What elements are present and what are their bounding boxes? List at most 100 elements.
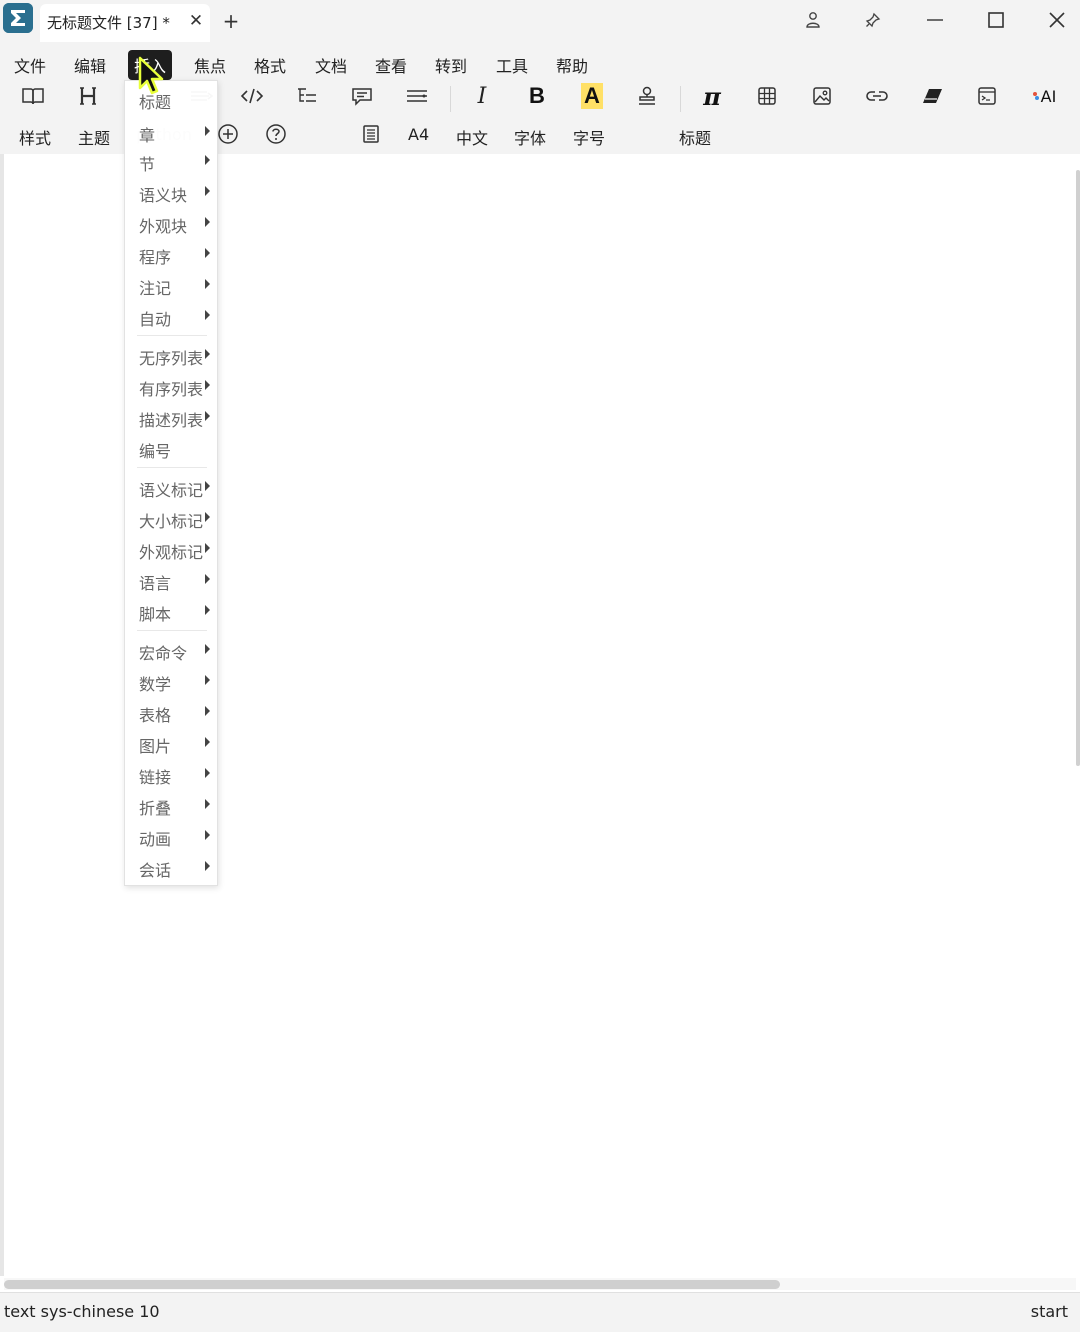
menu-view[interactable]: 查看 — [369, 50, 413, 80]
vertical-scrollbar[interactable] — [1076, 170, 1080, 766]
menu-item-macro[interactable]: 宏命令 — [139, 638, 215, 664]
language-button[interactable]: 中文 — [456, 125, 488, 149]
menu-item-unordered-list[interactable]: 无序列表 — [139, 343, 215, 369]
submenu-arrow-icon — [205, 768, 210, 778]
submenu-arrow-icon — [205, 861, 210, 871]
stamp-icon[interactable] — [632, 82, 662, 110]
book-icon[interactable] — [18, 82, 48, 110]
menu-item-semantic-mark[interactable]: 语义标记 — [139, 475, 215, 501]
submenu-arrow-icon — [205, 644, 210, 654]
menu-format[interactable]: 格式 — [248, 50, 292, 80]
document-tab[interactable]: 无标题文件 [37] * ✕ — [40, 4, 210, 42]
submenu-arrow-icon — [205, 279, 210, 289]
theme-button[interactable]: 主题 — [78, 125, 110, 149]
menu-item-session[interactable]: 会话 — [139, 855, 215, 881]
menu-goto[interactable]: 转到 — [429, 50, 473, 80]
submenu-arrow-icon — [205, 706, 210, 716]
comment-icon[interactable] — [347, 82, 377, 110]
highlight-icon[interactable]: A — [577, 82, 607, 110]
status-position-text: start — [1030, 1302, 1068, 1321]
tab-title: 无标题文件 [37] * — [47, 14, 170, 32]
submenu-arrow-icon — [205, 411, 210, 421]
menu-item-section[interactable]: 节 — [139, 149, 215, 175]
menu-item-numbering[interactable]: 编号 — [139, 436, 215, 462]
bold-icon[interactable]: B — [522, 82, 552, 110]
style-button[interactable]: 样式 — [19, 125, 51, 149]
toolbar-separator — [680, 86, 681, 112]
menu-help[interactable]: 帮助 — [550, 50, 594, 80]
italic-icon[interactable]: I — [467, 82, 497, 110]
ai-icon[interactable]: AI — [1026, 82, 1062, 110]
insert-dropdown-menu: 标题 章 节 语义块 外观块 程序 注记 自动 无序列表 有序列表 描述列表 编… — [124, 80, 218, 886]
submenu-arrow-icon — [205, 574, 210, 584]
menu-item-description-list[interactable]: 描述列表 — [139, 405, 215, 431]
title-bar: 无标题文件 [37] * ✕ + — [0, 0, 1080, 42]
code-icon[interactable] — [237, 82, 267, 110]
pin-icon[interactable] — [858, 6, 888, 34]
menu-item-automatic[interactable]: 自动 — [139, 304, 215, 330]
paper-size-button[interactable]: A4 — [408, 125, 429, 144]
mouse-pointer-icon — [138, 56, 168, 100]
submenu-arrow-icon — [205, 512, 210, 522]
list-icon[interactable] — [402, 82, 432, 110]
submenu-arrow-icon — [205, 349, 210, 359]
status-bar: text sys-chinese 10 start — [0, 1292, 1080, 1332]
editor-left-border — [0, 154, 4, 1276]
submenu-arrow-icon — [205, 675, 210, 685]
submenu-arrow-icon — [205, 737, 210, 747]
user-icon[interactable] — [798, 6, 828, 34]
menu-item-table[interactable]: 表格 — [139, 700, 215, 726]
maximize-icon[interactable] — [981, 6, 1011, 34]
menu-item-link[interactable]: 链接 — [139, 762, 215, 788]
submenu-arrow-icon — [205, 605, 210, 615]
menu-separator — [137, 630, 207, 631]
image-icon[interactable] — [807, 82, 837, 110]
menu-tools[interactable]: 工具 — [490, 50, 534, 80]
menu-focus[interactable]: 焦点 — [188, 50, 232, 80]
close-window-icon[interactable] — [1042, 6, 1072, 34]
menu-item-image[interactable]: 图片 — [139, 731, 215, 757]
menu-edit[interactable]: 编辑 — [68, 50, 112, 80]
menu-item-appearance-block[interactable]: 外观块 — [139, 211, 215, 237]
submenu-arrow-icon — [205, 380, 210, 390]
terminal-icon[interactable] — [972, 82, 1002, 110]
table-icon[interactable] — [752, 82, 782, 110]
menu-item-ordered-list[interactable]: 有序列表 — [139, 374, 215, 400]
menu-item-chapter[interactable]: 章 — [139, 120, 215, 146]
help-circle-icon[interactable] — [261, 120, 291, 148]
menu-item-program[interactable]: 程序 — [139, 242, 215, 268]
heading-style-button[interactable]: 标题 — [679, 125, 711, 149]
menu-item-size-mark[interactable]: 大小标记 — [139, 506, 215, 532]
submenu-arrow-icon — [205, 217, 210, 227]
menu-document[interactable]: 文档 — [309, 50, 353, 80]
eraser-icon[interactable] — [917, 82, 947, 110]
menu-item-annotation[interactable]: 注记 — [139, 273, 215, 299]
page-layout-icon[interactable] — [356, 120, 386, 148]
menu-item-animation[interactable]: 动画 — [139, 824, 215, 850]
add-tab-icon[interactable]: + — [221, 8, 241, 34]
font-size-button[interactable]: 字号 — [573, 125, 605, 149]
font-button[interactable]: 字体 — [514, 125, 546, 149]
submenu-arrow-icon — [205, 248, 210, 258]
submenu-arrow-icon — [205, 155, 210, 165]
menu-file[interactable]: 文件 — [8, 50, 52, 80]
horizontal-scrollbar[interactable] — [4, 1280, 780, 1289]
app-logo-icon — [3, 3, 33, 33]
submenu-arrow-icon — [205, 799, 210, 809]
heading-icon[interactable] — [73, 82, 103, 110]
math-icon[interactable]: π — [697, 82, 727, 111]
tree-list-icon[interactable] — [292, 82, 322, 110]
menu-item-language[interactable]: 语言 — [139, 568, 215, 594]
submenu-arrow-icon — [205, 126, 210, 136]
submenu-arrow-icon — [205, 310, 210, 320]
menu-item-semantic-block[interactable]: 语义块 — [139, 180, 215, 206]
close-icon[interactable]: ✕ — [186, 11, 206, 31]
menu-item-fold[interactable]: 折叠 — [139, 793, 215, 819]
menu-item-appearance-mark[interactable]: 外观标记 — [139, 537, 215, 563]
status-mode-text: text sys-chinese 10 — [4, 1302, 160, 1321]
submenu-arrow-icon — [205, 186, 210, 196]
menu-item-math[interactable]: 数学 — [139, 669, 215, 695]
link-icon[interactable] — [862, 82, 892, 110]
minimize-icon[interactable] — [920, 6, 950, 34]
menu-item-script[interactable]: 脚本 — [139, 599, 215, 625]
